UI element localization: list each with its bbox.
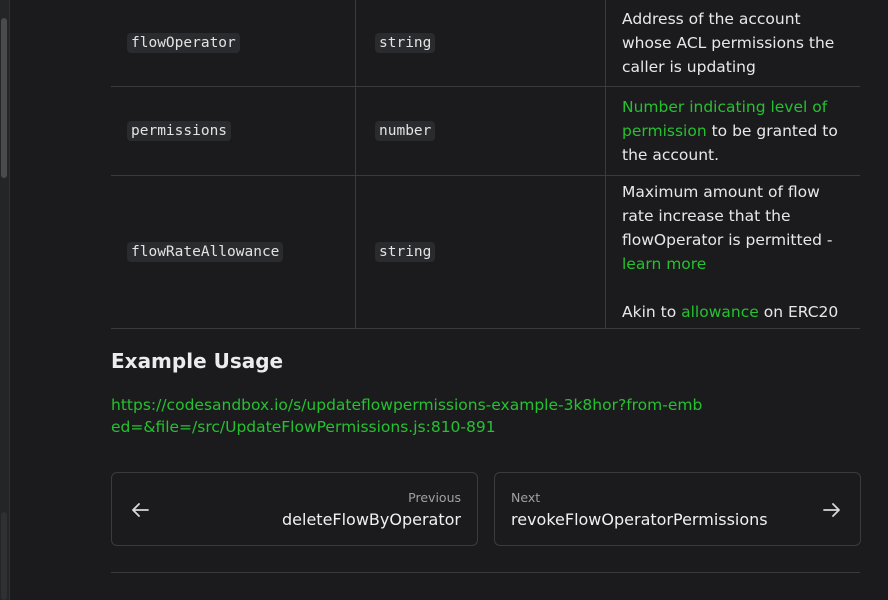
param-description-cell: Maximum amount of flow rate increase tha… xyxy=(605,175,860,329)
param-description-cell: Address of the account whose ACL permiss… xyxy=(605,0,860,87)
doc-content: flowOperator string Address of the accou… xyxy=(111,0,861,573)
left-sidebar-edge xyxy=(0,0,10,600)
param-description-note-suffix: on ERC20 xyxy=(758,302,839,321)
previous-page-button[interactable]: Previous deleteFlowByOperator xyxy=(111,472,478,546)
param-name: permissions xyxy=(127,121,232,141)
arrow-left-icon xyxy=(132,503,149,517)
table-row: permissions number Number indicating lev… xyxy=(111,86,860,176)
param-description: Maximum amount of flow rate increase tha… xyxy=(622,182,833,249)
param-name: flowOperator xyxy=(127,33,240,54)
previous-page-title: deleteFlowByOperator xyxy=(282,510,461,529)
param-type: number xyxy=(375,121,436,141)
param-name-cell: permissions xyxy=(111,86,356,176)
param-name: flowRateAllowance xyxy=(127,242,284,262)
example-usage-heading: Example Usage xyxy=(111,349,284,373)
next-label: Next xyxy=(511,490,541,505)
param-type-cell: number xyxy=(355,86,606,176)
next-page-title: revokeFlowOperatorPermissions xyxy=(511,510,768,529)
previous-label: Previous xyxy=(408,490,461,505)
next-page-button[interactable]: Next revokeFlowOperatorPermissions xyxy=(494,472,861,546)
table-row: flowRateAllowance string Maximum amount … xyxy=(111,175,860,329)
allowance-link[interactable]: allowance xyxy=(681,303,759,321)
example-codesandbox-link[interactable]: https://codesandbox.io/s/updateflowpermi… xyxy=(111,394,711,438)
learn-more-link[interactable]: learn more xyxy=(622,255,706,273)
doc-pagination: Previous deleteFlowByOperator Next revok… xyxy=(111,472,861,548)
param-type-cell: string xyxy=(355,0,606,87)
param-name-cell: flowRateAllowance xyxy=(111,175,356,329)
param-type: string xyxy=(375,242,436,262)
sidebar-scrollbar-track xyxy=(1,512,7,600)
arrow-right-icon xyxy=(823,503,840,517)
param-description-note-prefix: Akin to xyxy=(622,302,682,321)
param-name-cell: flowOperator xyxy=(111,0,356,87)
param-description: Address of the account whose ACL permiss… xyxy=(622,9,835,76)
sidebar-scrollbar-thumb[interactable] xyxy=(1,18,7,178)
footer-divider xyxy=(111,572,860,573)
parameters-table: flowOperator string Address of the accou… xyxy=(111,0,860,329)
table-row: flowOperator string Address of the accou… xyxy=(111,0,860,87)
param-type: string xyxy=(375,33,436,54)
param-type-cell: string xyxy=(355,175,606,329)
param-description-cell: Number indicating level of permission to… xyxy=(605,86,860,176)
